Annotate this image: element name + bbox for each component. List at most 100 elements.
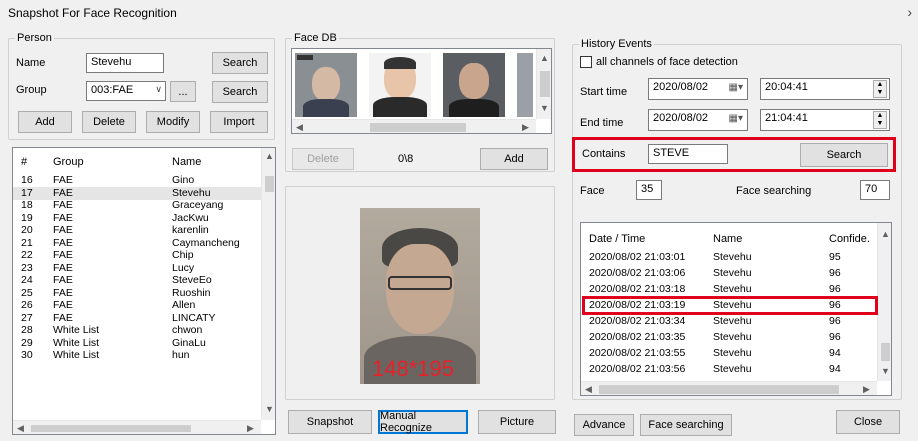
header-name[interactable]: Name [713, 233, 742, 245]
table-row[interactable]: 29 White List GinaLu [13, 337, 261, 350]
preview-size-label: 148*195 [372, 356, 454, 381]
cell-group: FAE [53, 224, 73, 236]
cell-num: 18 [21, 199, 33, 211]
table-row[interactable]: 26 FAE Allen [13, 299, 261, 312]
picture-button[interactable]: Picture [478, 410, 556, 434]
end-time-input[interactable]: 21:04:41 ▲ ▼ [760, 109, 890, 131]
header-group[interactable]: Group [53, 156, 84, 168]
face-searching-input[interactable]: 70 [860, 180, 890, 200]
table-row[interactable]: 2020/08/02 21:03:34 Stevehu 96 [581, 315, 877, 328]
facedb-hscroll[interactable]: ◀ ▶ [292, 119, 536, 133]
scroll-right-icon[interactable]: ▶ [247, 423, 254, 434]
scroll-left-icon[interactable]: ◀ [585, 384, 592, 395]
table-row[interactable]: 20 FAE karenlin [13, 224, 261, 237]
scroll-up-icon[interactable]: ▲ [881, 229, 890, 239]
all-channels-checkbox[interactable] [580, 56, 592, 68]
face-thumb-4[interactable] [517, 53, 533, 117]
face-searching-button[interactable]: Face searching [640, 414, 732, 436]
table-row[interactable]: 19 FAE JacKwu [13, 212, 261, 225]
header-num[interactable]: # [21, 156, 27, 168]
facedb-strip[interactable]: ▲ ▼ ◀ ▶ [291, 48, 552, 134]
face-threshold-input[interactable]: 35 [636, 180, 662, 200]
import-button[interactable]: Import [210, 111, 268, 133]
person-search-button[interactable]: Search [212, 52, 268, 74]
person-list[interactable]: # Group Name 16 FAE Gino 17 FAE Stevehu 18 FAE G… [12, 147, 276, 435]
close-button[interactable]: Close [836, 410, 900, 434]
spin-icon[interactable]: ▲ ▼ [873, 111, 887, 129]
start-time-input[interactable]: 20:04:41 ▲ ▼ [760, 78, 890, 100]
facedb-vscroll[interactable]: ▲ ▼ [536, 49, 551, 119]
history-search-button[interactable]: Search [800, 143, 888, 167]
name-input[interactable]: Stevehu [86, 53, 164, 73]
add-person-button[interactable]: Add [18, 111, 72, 133]
face-thumb-3[interactable] [443, 53, 505, 117]
face-counter: 0\8 [398, 153, 414, 165]
table-row[interactable]: 30 White List hun [13, 349, 261, 362]
modify-person-button[interactable]: Modify [146, 111, 200, 133]
table-row[interactable]: 2020/08/02 21:03:18 Stevehu 96 [581, 283, 877, 296]
spin-icon[interactable]: ▲ ▼ [873, 80, 887, 98]
scroll-down-icon[interactable]: ▼ [265, 404, 274, 414]
snapshot-button[interactable]: Snapshot [288, 410, 372, 434]
table-row[interactable]: 25 FAE Ruoshin [13, 287, 261, 300]
contains-input[interactable]: STEVE [648, 144, 728, 164]
header-name[interactable]: Name [172, 156, 201, 168]
hscroll-thumb[interactable] [31, 425, 191, 432]
manual-recognize-button[interactable]: Manual Recognize [378, 410, 468, 434]
advance-button[interactable]: Advance [574, 414, 634, 436]
table-row[interactable]: 21 FAE Caymancheng [13, 237, 261, 250]
table-row[interactable]: 2020/08/02 21:03:01 Stevehu 95 [581, 251, 877, 264]
group-select[interactable]: 003:FAE ∨ [86, 81, 166, 101]
cell-name: Chip [172, 249, 194, 261]
table-row[interactable]: 2020/08/02 21:03:06 Stevehu 96 [581, 267, 877, 280]
scroll-right-icon[interactable]: ▶ [522, 122, 529, 133]
table-row[interactable]: 28 White List chwon [13, 324, 261, 337]
delete-person-button[interactable]: Delete [82, 111, 136, 133]
events-vscroll[interactable]: ▲ ▼ [877, 223, 891, 381]
person-list-hscroll[interactable]: ◀ ▶ [13, 420, 261, 434]
table-row[interactable]: 27 FAE LINCATY [13, 312, 261, 325]
table-row[interactable]: 24 FAE SteveEo [13, 274, 261, 287]
events-hscroll[interactable]: ◀ ▶ [581, 381, 877, 395]
add-face-button[interactable]: Add [480, 148, 548, 170]
table-row[interactable]: 2020/08/02 21:03:56 Stevehu 94 [581, 363, 877, 376]
group-browse-button[interactable]: ... [170, 81, 196, 102]
scroll-left-icon[interactable]: ◀ [17, 423, 24, 434]
table-row[interactable]: 23 FAE Lucy [13, 262, 261, 275]
table-row[interactable]: 17 FAE Stevehu [13, 186, 261, 200]
all-channels-label[interactable]: all channels of face detection [596, 56, 738, 68]
table-row[interactable]: 16 FAE Gino [13, 174, 261, 187]
person-list-vscroll[interactable]: ▲ ▼ [261, 148, 275, 420]
scroll-right-icon[interactable]: ▶ [863, 384, 870, 395]
scroll-left-icon[interactable]: ◀ [296, 122, 303, 133]
face-thumb-2[interactable] [369, 53, 431, 117]
group-search-button[interactable]: Search [212, 81, 268, 103]
cell-name: Stevehu [713, 283, 752, 295]
end-date-value: 2020/08/02 [653, 112, 709, 124]
hscroll-thumb[interactable] [599, 385, 839, 394]
face-thumb-1[interactable] [295, 53, 357, 117]
end-date-picker[interactable]: 2020/08/02 ▦▾ [648, 109, 748, 131]
table-row[interactable]: 22 FAE Chip [13, 249, 261, 262]
scroll-down-icon[interactable]: ▼ [540, 103, 549, 113]
header-confidence[interactable]: Confide. [829, 233, 870, 245]
scroll-up-icon[interactable]: ▲ [540, 53, 549, 63]
cell-name: LINCATY [172, 311, 216, 324]
cell-conf: 96 [829, 315, 841, 327]
calendar-icon[interactable]: ▦▾ [729, 82, 743, 93]
table-row[interactable]: 2020/08/02 21:03:55 Stevehu 94 [581, 347, 877, 360]
header-datetime[interactable]: Date / Time [589, 233, 645, 245]
scroll-thumb[interactable] [540, 71, 550, 97]
scroll-up-icon[interactable]: ▲ [265, 151, 274, 161]
calendar-icon[interactable]: ▦▾ [729, 113, 743, 124]
cell-name: Stevehu [713, 363, 752, 375]
scroll-thumb[interactable] [265, 176, 274, 192]
table-row[interactable]: 2020/08/02 21:03:35 Stevehu 96 [581, 331, 877, 344]
close-icon[interactable]: › [907, 4, 912, 20]
start-date-picker[interactable]: 2020/08/02 ▦▾ [648, 78, 748, 100]
scroll-thumb[interactable] [881, 343, 890, 361]
table-row[interactable]: 18 FAE Graceyang [13, 199, 261, 212]
delete-face-button[interactable]: Delete [292, 148, 354, 170]
scroll-down-icon[interactable]: ▼ [881, 366, 890, 376]
hscroll-thumb[interactable] [370, 123, 466, 132]
